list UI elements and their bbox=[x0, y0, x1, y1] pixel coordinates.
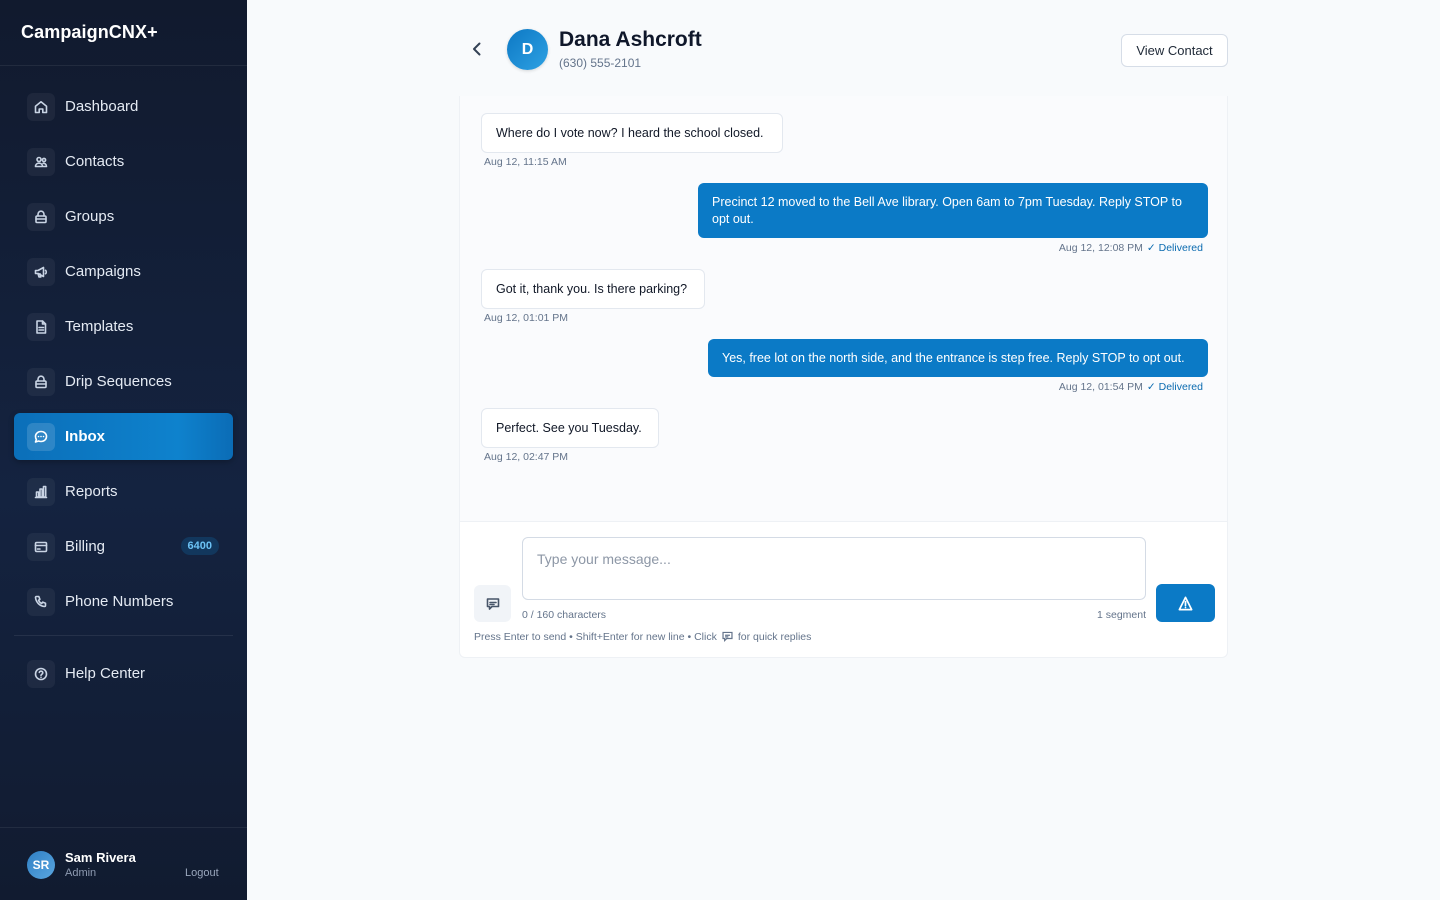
send-icon bbox=[1178, 596, 1193, 610]
message-timestamp: Aug 12, 01:01 PM bbox=[484, 312, 569, 324]
sidebar-item-label: Dashboard bbox=[65, 98, 139, 115]
hint-text-after: for quick replies bbox=[737, 630, 812, 643]
message-incoming: Perfect. See you Tuesday. bbox=[481, 408, 659, 448]
back-button[interactable] bbox=[466, 38, 488, 60]
chevron-left-icon bbox=[473, 42, 481, 56]
billing-credits-badge: 6400 bbox=[180, 537, 219, 555]
quick-reply-icon bbox=[722, 631, 733, 643]
message-outgoing: Precinct 12 moved to the Bell Ave librar… bbox=[698, 183, 1208, 238]
sidebar-item-billing[interactable]: Billing 6400 bbox=[14, 523, 233, 570]
bar-chart-icon bbox=[27, 477, 55, 506]
sidebar-divider bbox=[14, 635, 233, 636]
message-composer: 0 / 160 characters 1 segment Press Enter… bbox=[459, 521, 1228, 658]
logout-link[interactable]: Logout bbox=[185, 867, 219, 879]
sidebar-item-label: Templates bbox=[65, 318, 134, 335]
sidebar-item-contacts[interactable]: Contacts bbox=[14, 138, 233, 185]
sidebar-item-label: Help Center bbox=[65, 665, 146, 682]
contact-phone: (630) 555-2101 bbox=[559, 56, 642, 70]
avatar[interactable]: SR bbox=[27, 851, 55, 879]
message-timestamp: Aug 12, 01:54 PM bbox=[1058, 381, 1143, 393]
message-meta: Aug 12, 12:08 PM ✓ Delivered bbox=[1059, 242, 1203, 254]
user-role: Admin bbox=[65, 867, 97, 879]
message-input[interactable] bbox=[522, 537, 1146, 600]
message-timestamp: Aug 12, 02:47 PM bbox=[484, 451, 569, 463]
message-meta: Aug 12, 01:54 PM ✓ Delivered bbox=[1059, 381, 1203, 393]
brand-logo[interactable]: CampaignCNX+ bbox=[0, 0, 247, 66]
message-timestamp: Aug 12, 12:08 PM bbox=[1058, 242, 1143, 254]
sidebar-item-templates[interactable]: Templates bbox=[14, 303, 233, 350]
sidebar-item-dashboard[interactable]: Dashboard bbox=[14, 83, 233, 130]
card-icon bbox=[27, 532, 55, 561]
sidebar-item-label: Drip Sequences bbox=[65, 373, 172, 390]
message-incoming: Where do I vote now? I heard the school … bbox=[481, 113, 783, 153]
composer-hint: Press Enter to send • Shift+Enter for ne… bbox=[474, 630, 811, 643]
document-icon bbox=[27, 312, 55, 341]
quick-reply-icon bbox=[486, 597, 499, 610]
sidebar-item-groups[interactable]: Groups bbox=[14, 193, 233, 240]
sidebar-item-label: Billing bbox=[65, 538, 106, 555]
chat-icon bbox=[27, 422, 55, 451]
sidebar-item-inbox[interactable]: Inbox bbox=[14, 413, 233, 460]
hint-text-before: Press Enter to send • Shift+Enter for ne… bbox=[474, 630, 717, 643]
sidebar: CampaignCNX+ Dashboard Contacts Groups C… bbox=[0, 0, 247, 900]
sidebar-item-label: Reports bbox=[65, 483, 118, 500]
sidebar-item-drip-sequences[interactable]: Drip Sequences bbox=[14, 358, 233, 405]
delivered-status: ✓ Delivered bbox=[1146, 242, 1203, 254]
sidebar-item-label: Phone Numbers bbox=[65, 593, 174, 610]
character-count: 0 / 160 characters bbox=[522, 609, 607, 621]
message-incoming: Got it, thank you. Is there parking? bbox=[481, 269, 705, 309]
sidebar-item-label: Contacts bbox=[65, 153, 125, 170]
message-thread[interactable]: Where do I vote now? I heard the school … bbox=[459, 96, 1228, 522]
contact-avatar: D bbox=[507, 29, 548, 70]
contact-name: Dana Ashcroft bbox=[559, 28, 702, 51]
megaphone-icon bbox=[27, 257, 55, 286]
sidebar-item-help-center[interactable]: Help Center bbox=[14, 650, 233, 697]
phone-icon bbox=[27, 587, 55, 616]
help-icon bbox=[27, 659, 55, 688]
sidebar-item-label: Campaigns bbox=[65, 263, 141, 280]
sidebar-item-reports[interactable]: Reports bbox=[14, 468, 233, 515]
sidebar-item-label: Groups bbox=[65, 208, 115, 225]
user-profile: SR Sam Rivera Admin Logout bbox=[0, 827, 247, 900]
sidebar-item-phone-numbers[interactable]: Phone Numbers bbox=[14, 578, 233, 625]
sidebar-item-label: Inbox bbox=[65, 428, 105, 445]
user-name: Sam Rivera bbox=[65, 850, 136, 865]
segment-count: 1 segment bbox=[1097, 609, 1147, 621]
view-contact-button[interactable]: View Contact bbox=[1121, 34, 1228, 67]
quick-replies-button[interactable] bbox=[474, 585, 511, 622]
lock-icon bbox=[27, 367, 55, 396]
sidebar-item-campaigns[interactable]: Campaigns bbox=[14, 248, 233, 295]
message-outgoing: Yes, free lot on the north side, and the… bbox=[708, 339, 1208, 377]
delivered-status: ✓ Delivered bbox=[1146, 381, 1203, 393]
home-icon bbox=[27, 92, 55, 121]
users-icon bbox=[27, 147, 55, 176]
lock-icon bbox=[27, 202, 55, 231]
message-timestamp: Aug 12, 11:15 AM bbox=[484, 156, 567, 168]
send-button[interactable] bbox=[1156, 584, 1215, 622]
